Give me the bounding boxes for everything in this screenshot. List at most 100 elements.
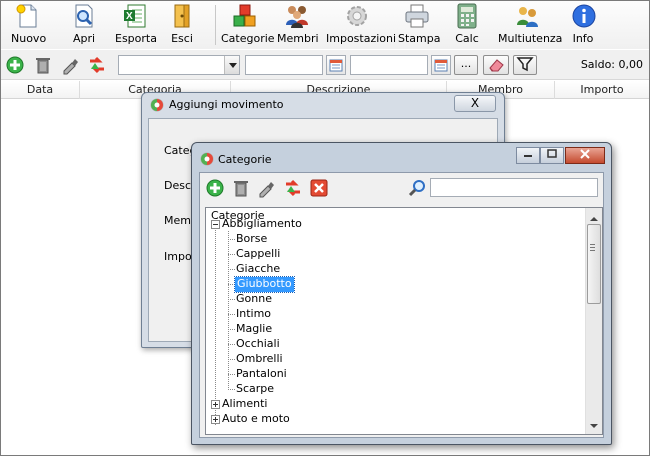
print-button[interactable]: Stampa (398, 3, 441, 47)
tree-connector (228, 314, 235, 315)
open-search-icon (71, 3, 97, 29)
cancel-category-icon[interactable] (309, 178, 329, 198)
add-movement-close-button[interactable]: X (454, 95, 496, 112)
scroll-grip-icon (590, 244, 595, 251)
open-button[interactable]: Apri (69, 3, 99, 47)
export-button[interactable]: X Esporta (115, 3, 157, 47)
tree-connector (228, 344, 235, 345)
add-icon[interactable] (5, 55, 25, 75)
app-logo-icon (200, 152, 214, 169)
expand-toggle-icon[interactable] (211, 400, 220, 409)
tree-item[interactable]: Occhiali (236, 337, 280, 352)
tree-connector (228, 359, 235, 360)
tree-item[interactable]: Gonne (236, 292, 272, 307)
tree-connector (228, 329, 235, 330)
edit-category-icon[interactable] (257, 178, 277, 198)
tree-node-auto-e-moto[interactable]: Auto e moto (222, 412, 290, 427)
minimize-button[interactable] (516, 147, 540, 164)
tree-item[interactable]: Giacche (236, 262, 280, 277)
new-document-icon (14, 3, 40, 29)
move-category-icon[interactable] (283, 178, 303, 198)
categories-label: Categorie (221, 32, 275, 45)
exit-button[interactable]: Esci (169, 3, 195, 47)
printer-icon (404, 3, 430, 29)
add-category-icon[interactable] (205, 178, 225, 198)
tree-item-selected[interactable]: Giubbotto (234, 276, 295, 293)
category-filter-select[interactable] (118, 55, 240, 75)
tree-connector (228, 269, 235, 270)
categories-title: Categorie (218, 153, 272, 166)
collapse-toggle-icon[interactable] (211, 220, 220, 229)
export-label: Esporta (115, 32, 157, 45)
toolbar-separator (215, 5, 216, 45)
tree-item[interactable]: Maglie (236, 322, 272, 337)
multiuser-button[interactable]: Multiutenza (498, 3, 562, 47)
categories-titlebar[interactable]: Categorie (192, 143, 611, 171)
tree-item[interactable]: Scarpe (236, 382, 274, 397)
gear-icon (344, 3, 370, 29)
eraser-button[interactable] (483, 55, 509, 75)
tree-item[interactable]: Borse (236, 232, 267, 247)
filter-funnel-icon (516, 57, 534, 72)
tree-connector (228, 284, 235, 285)
filter-button[interactable] (513, 55, 537, 75)
tree-connector (228, 389, 235, 390)
tree-node-alimenti[interactable]: Alimenti (222, 397, 267, 412)
trash-icon[interactable] (33, 55, 53, 75)
tree-item[interactable]: Pantaloni (236, 367, 287, 382)
members-button[interactable]: Membri (277, 3, 319, 47)
add-movement-titlebar[interactable]: Aggiungi movimento X (142, 93, 504, 117)
transfer-icon[interactable] (87, 55, 107, 75)
search-icon[interactable] (408, 178, 428, 198)
open-label: Apri (72, 32, 96, 45)
print-label: Stampa (398, 32, 441, 45)
tree-item[interactable]: Intimo (236, 307, 271, 322)
calc-label: Calc (455, 32, 479, 45)
new-label: Nuovo (11, 32, 47, 45)
more-options-button[interactable]: ... (454, 55, 478, 75)
category-search-input[interactable] (430, 178, 598, 197)
categories-close-button[interactable] (565, 147, 605, 164)
tree-connector (215, 230, 216, 425)
members-people-icon (284, 3, 310, 29)
calc-button[interactable]: Calc (454, 3, 480, 47)
tree-node-abbigliamento[interactable]: Abbigliamento (222, 217, 302, 232)
app-logo-icon (150, 98, 164, 115)
expand-toggle-icon[interactable] (211, 415, 220, 424)
date-from-field[interactable] (245, 55, 323, 75)
tree-item[interactable]: Ombrelli (236, 352, 283, 367)
edit-icon[interactable] (61, 55, 81, 75)
column-header-importo[interactable]: Importo (555, 83, 649, 96)
exit-label: Esci (171, 32, 193, 45)
tree-item[interactable]: Cappelli (236, 247, 280, 262)
settings-label: Impostazioni (326, 32, 397, 45)
calendar-from-icon[interactable] (326, 55, 346, 75)
svg-text:X: X (126, 11, 133, 22)
categories-cubes-icon (231, 3, 257, 29)
date-to-field[interactable] (350, 55, 428, 75)
scroll-up-icon[interactable] (586, 208, 602, 224)
maximize-icon (547, 149, 557, 158)
members-label: Membri (277, 32, 319, 45)
tree-connector (228, 374, 235, 375)
minimize-icon (524, 155, 532, 157)
categories-body: Categorie Abbigliamento Borse Cappelli G… (199, 172, 604, 438)
add-movement-title: Aggiungi movimento (169, 98, 284, 111)
chevron-down-icon[interactable] (224, 56, 239, 74)
delete-category-icon[interactable] (231, 178, 251, 198)
categories-dialog: Categorie Categorie Abbigliamento Borse … (191, 142, 612, 445)
info-button[interactable]: Info (571, 3, 596, 47)
maximize-button[interactable] (540, 147, 564, 164)
scroll-down-icon[interactable] (586, 418, 602, 434)
category-tree[interactable]: Categorie Abbigliamento Borse Cappelli G… (205, 207, 603, 435)
column-header-data[interactable]: Data (1, 83, 79, 96)
settings-button[interactable]: Impostazioni (326, 3, 397, 47)
new-button[interactable]: Nuovo (11, 3, 47, 47)
scroll-thumb[interactable] (587, 224, 601, 304)
info-label: Info (572, 32, 594, 45)
tree-vertical-scrollbar[interactable] (585, 208, 602, 434)
filter-toolbar: ... Saldo: 0,00 (1, 50, 649, 80)
calendar-to-icon[interactable] (431, 55, 451, 75)
categories-button[interactable]: Categorie (221, 3, 275, 47)
multiuser-icon (514, 3, 540, 29)
